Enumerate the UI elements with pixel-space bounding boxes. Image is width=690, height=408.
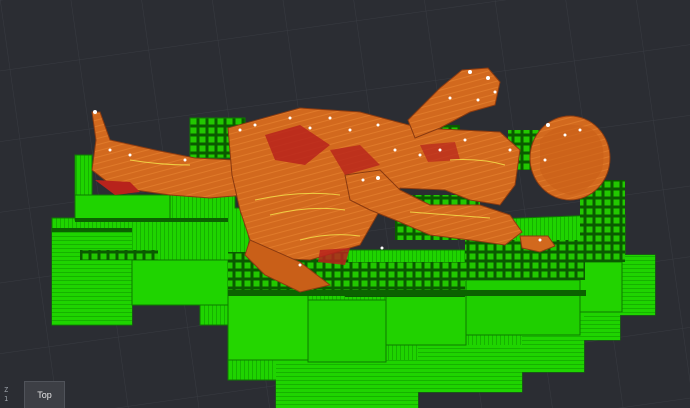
axis-z-label: Z (4, 386, 9, 394)
support-block (131, 259, 229, 306)
infill-region (318, 248, 350, 265)
support-panel (620, 255, 655, 315)
axis-y-label: 1 (4, 395, 9, 403)
support-panel (52, 230, 132, 325)
axis-indicator-icon: Z 1 (4, 386, 18, 408)
support-block (579, 261, 623, 313)
view-cube-icon[interactable]: Top (24, 381, 65, 408)
3d-viewport[interactable] (0, 0, 690, 408)
support-block (385, 294, 467, 346)
support-panel (418, 345, 522, 392)
support-panel (276, 360, 418, 408)
support-lattice (80, 250, 158, 260)
support-block (74, 194, 171, 221)
support-block (465, 279, 581, 336)
view-label: Top (37, 390, 52, 400)
support-block (227, 294, 309, 361)
support-block (307, 299, 387, 363)
